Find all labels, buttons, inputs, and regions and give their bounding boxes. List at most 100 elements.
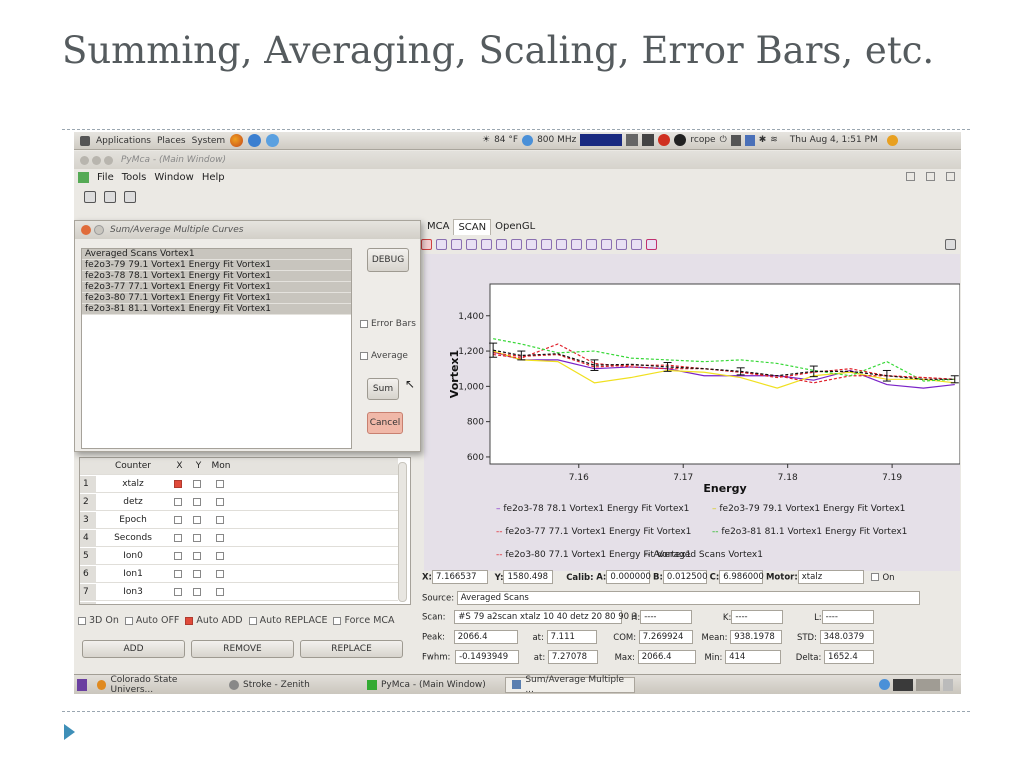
- list-item[interactable]: fe2o3-81 81.1 Vortex1 Energy Fit Vortex1: [82, 304, 351, 315]
- 3d-on-checkbox[interactable]: [78, 616, 86, 625]
- mon-checkbox[interactable]: [215, 587, 224, 596]
- task-sum-average[interactable]: Sum/Average Multiple ...: [505, 675, 635, 694]
- mon-checkbox[interactable]: [215, 551, 224, 560]
- menu-applications[interactable]: Applications: [96, 136, 151, 146]
- mdi-minimize-icon[interactable]: [906, 172, 915, 181]
- clock-label[interactable]: Thu Aug 4, 1:51 PM: [790, 135, 878, 145]
- task-pymca-main[interactable]: PyMca - (Main Window): [361, 677, 505, 693]
- menu-file[interactable]: File: [97, 172, 114, 183]
- clear-icon[interactable]: [421, 238, 432, 250]
- list-item[interactable]: Averaged Scans Vortex1: [82, 249, 351, 260]
- print-plot-icon[interactable]: [646, 238, 657, 250]
- print-icon[interactable]: [124, 191, 136, 203]
- list-item[interactable]: fe2o3-77 77.1 Vortex1 Energy Fit Vortex1: [82, 282, 351, 293]
- window-icon[interactable]: [626, 134, 639, 146]
- replace-button[interactable]: REPLACE: [300, 640, 403, 658]
- table-row[interactable]: 2 detz: [80, 494, 398, 511]
- add-button[interactable]: ADD: [82, 640, 185, 658]
- log-x-icon[interactable]: [466, 238, 477, 250]
- sum-icon[interactable]: [571, 238, 582, 250]
- mdi-restore-icon[interactable]: [926, 172, 935, 181]
- autoscale-x-icon[interactable]: [436, 238, 447, 250]
- bluetooth-icon[interactable]: ✱: [759, 135, 767, 145]
- calib-b-field[interactable]: 0.012500: [662, 570, 707, 584]
- error-bars-option[interactable]: Error Bars: [360, 319, 416, 329]
- on-checkbox[interactable]: [871, 573, 880, 581]
- task-stroke[interactable]: Stroke - Zenith: [223, 677, 355, 693]
- mon-checkbox[interactable]: [215, 497, 224, 506]
- logout-icon[interactable]: [886, 134, 898, 146]
- y-checkbox[interactable]: [193, 497, 201, 506]
- save-plot-icon[interactable]: [616, 238, 627, 250]
- tray-globe-icon[interactable]: [879, 678, 890, 690]
- y-checkbox[interactable]: [193, 569, 201, 578]
- menu-system[interactable]: System: [192, 136, 226, 146]
- force-mca-checkbox[interactable]: [333, 616, 342, 625]
- average-option[interactable]: Average: [360, 351, 408, 361]
- list-item[interactable]: fe2o3-78 78.1 Vortex1 Energy Fit Vortex1: [82, 271, 351, 282]
- window-close-icon[interactable]: [80, 155, 89, 165]
- x-checkbox[interactable]: [174, 569, 182, 578]
- average-checkbox[interactable]: [360, 351, 368, 360]
- power-icon[interactable]: [658, 134, 671, 146]
- printer-icon[interactable]: [945, 238, 956, 250]
- remove-button[interactable]: REMOVE: [191, 640, 294, 658]
- y-checkbox[interactable]: [193, 533, 201, 542]
- network-icon[interactable]: [266, 134, 280, 147]
- x-checkbox[interactable]: [174, 497, 182, 506]
- firefox-icon[interactable]: [230, 134, 244, 147]
- table-row[interactable]: 7 Ion3: [80, 584, 398, 601]
- tab-mca[interactable]: MCA: [423, 219, 453, 235]
- workspace-2[interactable]: [916, 678, 940, 691]
- show-desktop-icon[interactable]: [77, 678, 87, 691]
- x-checkbox[interactable]: [174, 551, 182, 560]
- settings-icon[interactable]: [631, 238, 642, 250]
- debug-button[interactable]: DEBUG: [367, 248, 409, 272]
- smooth-icon[interactable]: [511, 238, 522, 250]
- auto-off-checkbox[interactable]: [124, 616, 133, 625]
- table-row[interactable]: 1 xtalz: [80, 476, 398, 493]
- mon-checkbox[interactable]: [215, 479, 224, 488]
- username-label[interactable]: rcope: [690, 135, 715, 145]
- x-checkbox[interactable]: [174, 587, 182, 596]
- counter-scrollbar[interactable]: [398, 462, 407, 602]
- workspace-switcher[interactable]: [893, 678, 913, 691]
- y-checkbox[interactable]: [193, 551, 201, 560]
- cancel-button[interactable]: Cancel: [367, 412, 403, 434]
- globe-icon[interactable]: [522, 134, 534, 146]
- auto-add-checkbox[interactable]: [185, 616, 194, 625]
- mon-checkbox[interactable]: [215, 515, 224, 524]
- on-option[interactable]: On: [871, 573, 895, 583]
- calib-c-field[interactable]: 6.986000: [719, 570, 764, 584]
- save-icon[interactable]: [104, 191, 116, 203]
- wifi-icon[interactable]: ≋: [770, 135, 778, 145]
- tab-scan[interactable]: SCAN: [453, 219, 492, 235]
- keyboard-icon[interactable]: [744, 134, 755, 146]
- help-icon[interactable]: [248, 134, 262, 147]
- dialog-minimize-icon[interactable]: [94, 225, 104, 235]
- open-icon[interactable]: [84, 191, 96, 203]
- tab-opengl[interactable]: OpenGL: [491, 219, 539, 235]
- motor-field[interactable]: xtalz: [797, 570, 864, 584]
- opt-auto-off[interactable]: Auto OFF: [124, 615, 179, 626]
- trash-icon[interactable]: [943, 678, 953, 691]
- window-minimize-icon[interactable]: [92, 155, 101, 165]
- shutdown-icon[interactable]: ⏻: [720, 135, 727, 145]
- list-item[interactable]: fe2o3-80 77.1 Vortex1 Energy Fit Vortex1: [82, 293, 351, 304]
- table-row[interactable]: 4 Seconds: [80, 530, 398, 547]
- y-checkbox[interactable]: [193, 587, 201, 596]
- source-field[interactable]: Averaged Scans: [456, 591, 920, 605]
- list-item[interactable]: fe2o3-79 79.1 Vortex1 Energy Fit Vortex1: [82, 260, 351, 271]
- menu-help[interactable]: Help: [202, 172, 225, 183]
- mon-checkbox[interactable]: [215, 569, 224, 578]
- y-checkbox[interactable]: [193, 515, 201, 524]
- x-checkbox[interactable]: [174, 515, 182, 524]
- x-checkbox[interactable]: [174, 533, 182, 542]
- menu-places[interactable]: Places: [157, 136, 186, 146]
- window-maximize-icon[interactable]: [104, 155, 113, 165]
- auto-replace-checkbox[interactable]: [248, 616, 257, 625]
- x-checkbox[interactable]: [174, 479, 182, 488]
- error-bars-checkbox[interactable]: [360, 319, 368, 328]
- log-y-icon[interactable]: [481, 238, 492, 250]
- average-icon[interactable]: [556, 238, 567, 250]
